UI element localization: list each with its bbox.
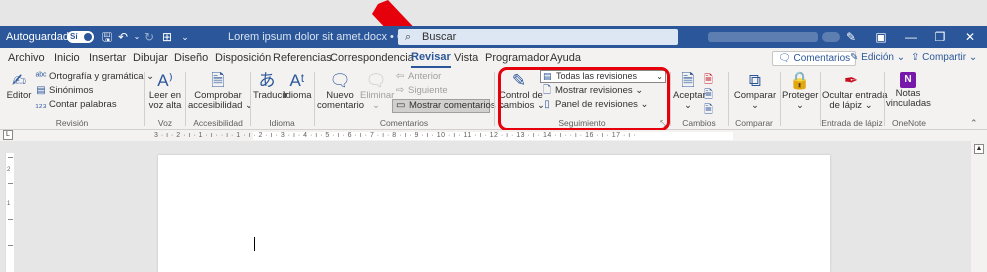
ribbon-tabs: Archivo Inicio Insertar Dibujar Diseño D… (0, 48, 987, 68)
close-icon[interactable]: ✕ (955, 26, 985, 48)
next-comment-icon: ⇨ (395, 85, 405, 96)
protect-button[interactable]: 🔒 Proteger ⌄ (782, 72, 818, 111)
check-accessibility-button[interactable]: 🗎 Comprobar accesibilidad ⌄ (188, 71, 253, 111)
redo-icon[interactable]: ↻ (142, 30, 156, 44)
group-label-idioma: Idioma (269, 118, 295, 128)
ribbon-display-icon[interactable]: ▣ (866, 26, 896, 48)
ribbon: ✍ Editor ᵃᵇᶜ Ortografía y gramática ⌄ ▤ Si… (0, 68, 987, 130)
search-icon: ⌕ (405, 31, 412, 43)
tab-vista[interactable]: Vista (454, 48, 478, 68)
autosave-toggle[interactable]: Sí (67, 31, 94, 43)
group-label-entrada-lapiz: Entrada de lápiz (821, 118, 883, 128)
spelling-icon: ᵃᵇᶜ (35, 71, 47, 82)
tab-insertar[interactable]: Insertar (89, 48, 126, 68)
tab-inicio[interactable]: Inicio (54, 48, 80, 68)
editor-button[interactable]: ✍ Editor (6, 72, 32, 101)
synonyms-button[interactable]: ▤ Sinónimos (35, 85, 93, 97)
onenote-icon: N (900, 72, 916, 88)
group-label-cambios: Cambios (682, 118, 716, 128)
vertical-scrollbar[interactable]: ▲ (971, 141, 987, 272)
group-label-comentarios: Comentarios (379, 118, 429, 128)
group-label-accesibilidad: Accesibilidad (193, 118, 243, 128)
group-label-comparar: Comparar (735, 118, 773, 128)
tab-referencias[interactable]: Referencias (273, 48, 332, 68)
next-comment-button[interactable]: ⇨ Siguiente (394, 85, 448, 97)
highlight-box-annotation (498, 67, 670, 131)
comments-button[interactable]: 🗨 Comentarios (772, 51, 857, 66)
hide-ink-icon: ✒ (843, 71, 859, 90)
delete-comment-button[interactable]: 🗨 Eliminar ⌄ (360, 71, 394, 111)
new-comment-button[interactable]: 🗨 Nuevo comentario (317, 71, 364, 111)
delete-comment-icon: 🗨 (365, 71, 387, 90)
scroll-up-icon[interactable]: ▲ (974, 144, 984, 154)
tab-disposicion[interactable]: Disposición (215, 48, 271, 68)
pen-icon[interactable]: ✎ (836, 26, 866, 48)
read-aloud-button[interactable]: A⁾ Leer en voz alta (148, 72, 182, 111)
search-placeholder: Buscar (422, 31, 457, 43)
show-comments-button[interactable]: ▭ Mostrar comentarios ⌄ (392, 99, 506, 113)
tab-diseno[interactable]: Diseño (174, 48, 208, 68)
tab-programador[interactable]: Programador (485, 48, 549, 68)
translate-icon: あ (258, 71, 276, 90)
undo-icon[interactable]: ↶ (116, 30, 130, 44)
qat-dropdown-icon[interactable]: ⌄ (178, 30, 192, 44)
new-comment-icon: 🗨 (329, 71, 351, 90)
ruler-marks: 3 · ı · 2 · ı · 1 · ı · · ı · 1 · ı · 2 … (154, 132, 636, 139)
editor-icon: ✍ (11, 71, 27, 90)
search-box[interactable]: ⌕ Buscar (398, 29, 678, 45)
accept-button[interactable]: 🗎 Aceptar ⌄ (673, 71, 706, 111)
word-count-button[interactable]: ₁₂₃ Contar palabras (35, 99, 116, 111)
group-label-voz: Voz (157, 118, 173, 128)
text-cursor (254, 237, 255, 251)
editing-mode-button[interactable]: ✎ Edición ⌄ (845, 51, 910, 66)
tab-ayuda[interactable]: Ayuda (550, 48, 581, 68)
compare-button[interactable]: ⧉ Comparar ⌄ (733, 72, 777, 111)
title-bar: Autoguardado Sí 🖫 ↶ ⌄ ↻ ⊞ ⌄ Lorem ipsum … (0, 26, 987, 48)
word-count-icon: ₁₂₃ (35, 99, 47, 110)
translate-button[interactable]: あ Traducir (253, 71, 288, 101)
document-page[interactable] (158, 155, 830, 272)
tab-archivo[interactable]: Archivo (8, 48, 45, 68)
spelling-button[interactable]: ᵃᵇᶜ Ortografía y gramática ⌄ (35, 71, 154, 83)
show-comments-icon: ▭ (396, 100, 406, 111)
tab-revisar[interactable]: Revisar (411, 48, 451, 68)
customize-icon[interactable]: ⊞ (160, 30, 174, 44)
autosave-label: Autoguardado (6, 31, 76, 43)
protect-icon: 🔒 (789, 71, 811, 90)
account-name-blurred (708, 32, 818, 42)
accept-icon: 🗎 (681, 71, 695, 90)
compare-icon: ⧉ (748, 71, 762, 90)
restore-icon[interactable]: ❐ (925, 26, 955, 48)
group-label-revision: Revisión (55, 118, 89, 128)
collapse-ribbon-icon[interactable]: ⌃ (970, 118, 978, 129)
thesaurus-icon: ▤ (36, 85, 46, 96)
save-icon[interactable]: 🖫 (100, 30, 114, 44)
tab-dibujar[interactable]: Dibujar (133, 48, 168, 68)
minimize-icon[interactable]: — (896, 26, 926, 48)
hide-ink-button[interactable]: ✒ Ocultar entrada de lápiz ⌄ (822, 71, 887, 111)
previous-comment-button[interactable]: ⇦ Anterior (394, 71, 441, 83)
previous-comment-icon: ⇦ (395, 71, 405, 82)
read-aloud-icon: A⁾ (157, 71, 173, 90)
horizontal-ruler[interactable]: 3 · ı · 2 · ı · 1 · ı · · ı · 1 · ı · 2 … (0, 130, 987, 141)
tab-selector[interactable]: L (3, 130, 13, 140)
tab-correspondencia[interactable]: Correspondencia (330, 48, 414, 68)
share-button[interactable]: ⇪ Compartir ⌄ (906, 51, 982, 66)
accessibility-icon: 🗎 (211, 71, 225, 90)
language-icon: Aᵗ (289, 71, 305, 90)
group-label-onenote: OneNote (891, 118, 927, 128)
linked-notes-button[interactable]: N Notas vinculadas (886, 72, 931, 109)
language-button[interactable]: Aᵗ Idioma (283, 71, 312, 101)
vertical-ruler[interactable]: 2 1 (5, 153, 14, 272)
